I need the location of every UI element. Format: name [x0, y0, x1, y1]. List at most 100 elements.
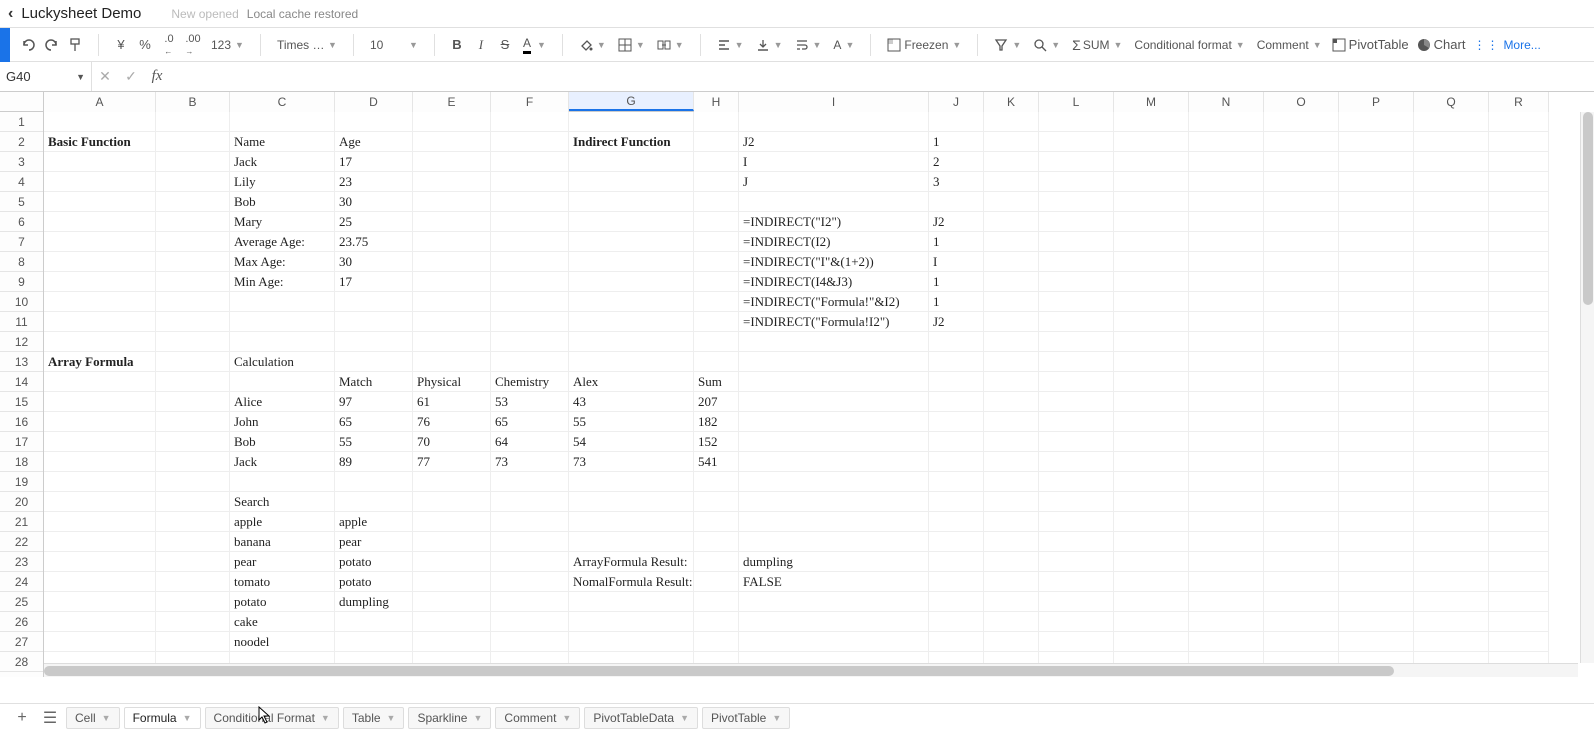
sheet-tab-comment[interactable]: Comment▼	[495, 707, 580, 729]
cell-E17[interactable]: 70	[413, 432, 491, 452]
cell-O16[interactable]	[1264, 412, 1339, 432]
cell-J9[interactable]: 1	[929, 272, 984, 292]
cell-H22[interactable]	[694, 532, 739, 552]
cell-A12[interactable]	[44, 332, 156, 352]
cell-M1[interactable]	[1114, 112, 1189, 132]
cell-D19[interactable]	[335, 472, 413, 492]
row-header-1[interactable]: 1	[0, 112, 43, 132]
cell-N12[interactable]	[1189, 332, 1264, 352]
row-header-8[interactable]: 8	[0, 252, 43, 272]
cell-D5[interactable]: 30	[335, 192, 413, 212]
cell-E23[interactable]	[413, 552, 491, 572]
cell-D16[interactable]: 65	[335, 412, 413, 432]
column-header-P[interactable]: P	[1339, 92, 1414, 112]
cell-Q26[interactable]	[1414, 612, 1489, 632]
cell-K25[interactable]	[984, 592, 1039, 612]
cell-D20[interactable]	[335, 492, 413, 512]
cell-P17[interactable]	[1339, 432, 1414, 452]
cell-I3[interactable]: I	[739, 152, 929, 172]
cell-J22[interactable]	[929, 532, 984, 552]
cell-Q3[interactable]	[1414, 152, 1489, 172]
cell-G11[interactable]	[569, 312, 694, 332]
cell-Q4[interactable]	[1414, 172, 1489, 192]
column-header-N[interactable]: N	[1189, 92, 1264, 112]
sheet-tab-cell[interactable]: Cell▼	[66, 707, 120, 729]
row-header-28[interactable]: 28	[0, 652, 43, 672]
fill-color-dropdown[interactable]: ▼	[573, 32, 612, 58]
cell-O13[interactable]	[1264, 352, 1339, 372]
number-format-dropdown[interactable]: 123▼	[205, 32, 250, 58]
cell-N4[interactable]	[1189, 172, 1264, 192]
merge-cells-dropdown[interactable]: ▼	[651, 32, 690, 58]
cell-F21[interactable]	[491, 512, 569, 532]
cell-B12[interactable]	[156, 332, 230, 352]
cell-O23[interactable]	[1264, 552, 1339, 572]
cell-H12[interactable]	[694, 332, 739, 352]
cell-Q9[interactable]	[1414, 272, 1489, 292]
cell-H6[interactable]	[694, 212, 739, 232]
cell-H7[interactable]	[694, 232, 739, 252]
name-box[interactable]: G40 ▼	[0, 62, 92, 91]
cell-Q18[interactable]	[1414, 452, 1489, 472]
conditional-format-dropdown[interactable]: Conditional format▼	[1128, 32, 1250, 58]
cell-D9[interactable]: 17	[335, 272, 413, 292]
more-button[interactable]: ⋮⋮More...	[1469, 32, 1544, 58]
cell-E21[interactable]	[413, 512, 491, 532]
cell-K4[interactable]	[984, 172, 1039, 192]
cell-N26[interactable]	[1189, 612, 1264, 632]
cell-A24[interactable]	[44, 572, 156, 592]
text-color-dropdown[interactable]: A▼	[517, 32, 552, 58]
row-header-2[interactable]: 2	[0, 132, 43, 152]
cell-D12[interactable]	[335, 332, 413, 352]
cell-O8[interactable]	[1264, 252, 1339, 272]
cell-L25[interactable]	[1039, 592, 1114, 612]
cell-P27[interactable]	[1339, 632, 1414, 652]
cell-L23[interactable]	[1039, 552, 1114, 572]
sheet-tab-caret-icon[interactable]: ▼	[562, 713, 571, 723]
cell-R19[interactable]	[1489, 472, 1549, 492]
cell-G17[interactable]: 54	[569, 432, 694, 452]
cell-A5[interactable]	[44, 192, 156, 212]
sheet-tab-caret-icon[interactable]: ▼	[387, 713, 396, 723]
cell-I26[interactable]	[739, 612, 929, 632]
cell-H23[interactable]	[694, 552, 739, 572]
cell-N5[interactable]	[1189, 192, 1264, 212]
cell-K10[interactable]	[984, 292, 1039, 312]
cell-J15[interactable]	[929, 392, 984, 412]
horizontal-scrollbar[interactable]	[44, 663, 1578, 677]
toolbar-drag-handle[interactable]	[0, 28, 10, 62]
cell-G7[interactable]	[569, 232, 694, 252]
cell-G8[interactable]	[569, 252, 694, 272]
cell-A6[interactable]	[44, 212, 156, 232]
cell-G23[interactable]: ArrayFormula Result:	[569, 552, 694, 572]
cell-J21[interactable]	[929, 512, 984, 532]
cell-J18[interactable]	[929, 452, 984, 472]
row-header-26[interactable]: 26	[0, 612, 43, 632]
cell-H24[interactable]	[694, 572, 739, 592]
cell-G1[interactable]	[569, 112, 694, 132]
cell-D14[interactable]: Match	[335, 372, 413, 392]
sheet-tab-caret-icon[interactable]: ▼	[102, 713, 111, 723]
cell-D17[interactable]: 55	[335, 432, 413, 452]
cell-A18[interactable]	[44, 452, 156, 472]
cell-N18[interactable]	[1189, 452, 1264, 472]
cell-A15[interactable]	[44, 392, 156, 412]
cell-F15[interactable]: 53	[491, 392, 569, 412]
cell-F27[interactable]	[491, 632, 569, 652]
decrease-decimal-button[interactable]: .0←	[157, 32, 181, 58]
cell-B24[interactable]	[156, 572, 230, 592]
cell-L13[interactable]	[1039, 352, 1114, 372]
vertical-align-dropdown[interactable]: ▼	[750, 32, 789, 58]
cell-C17[interactable]: Bob	[230, 432, 335, 452]
cell-M11[interactable]	[1114, 312, 1189, 332]
cell-O20[interactable]	[1264, 492, 1339, 512]
cell-C25[interactable]: potato	[230, 592, 335, 612]
cell-H15[interactable]: 207	[694, 392, 739, 412]
cell-E22[interactable]	[413, 532, 491, 552]
cell-G12[interactable]	[569, 332, 694, 352]
cell-K15[interactable]	[984, 392, 1039, 412]
cells-area[interactable]: Basic FunctionNameAgeIndirect FunctionJ2…	[44, 112, 1549, 677]
cell-N21[interactable]	[1189, 512, 1264, 532]
cell-B16[interactable]	[156, 412, 230, 432]
column-header-C[interactable]: C	[230, 92, 335, 112]
